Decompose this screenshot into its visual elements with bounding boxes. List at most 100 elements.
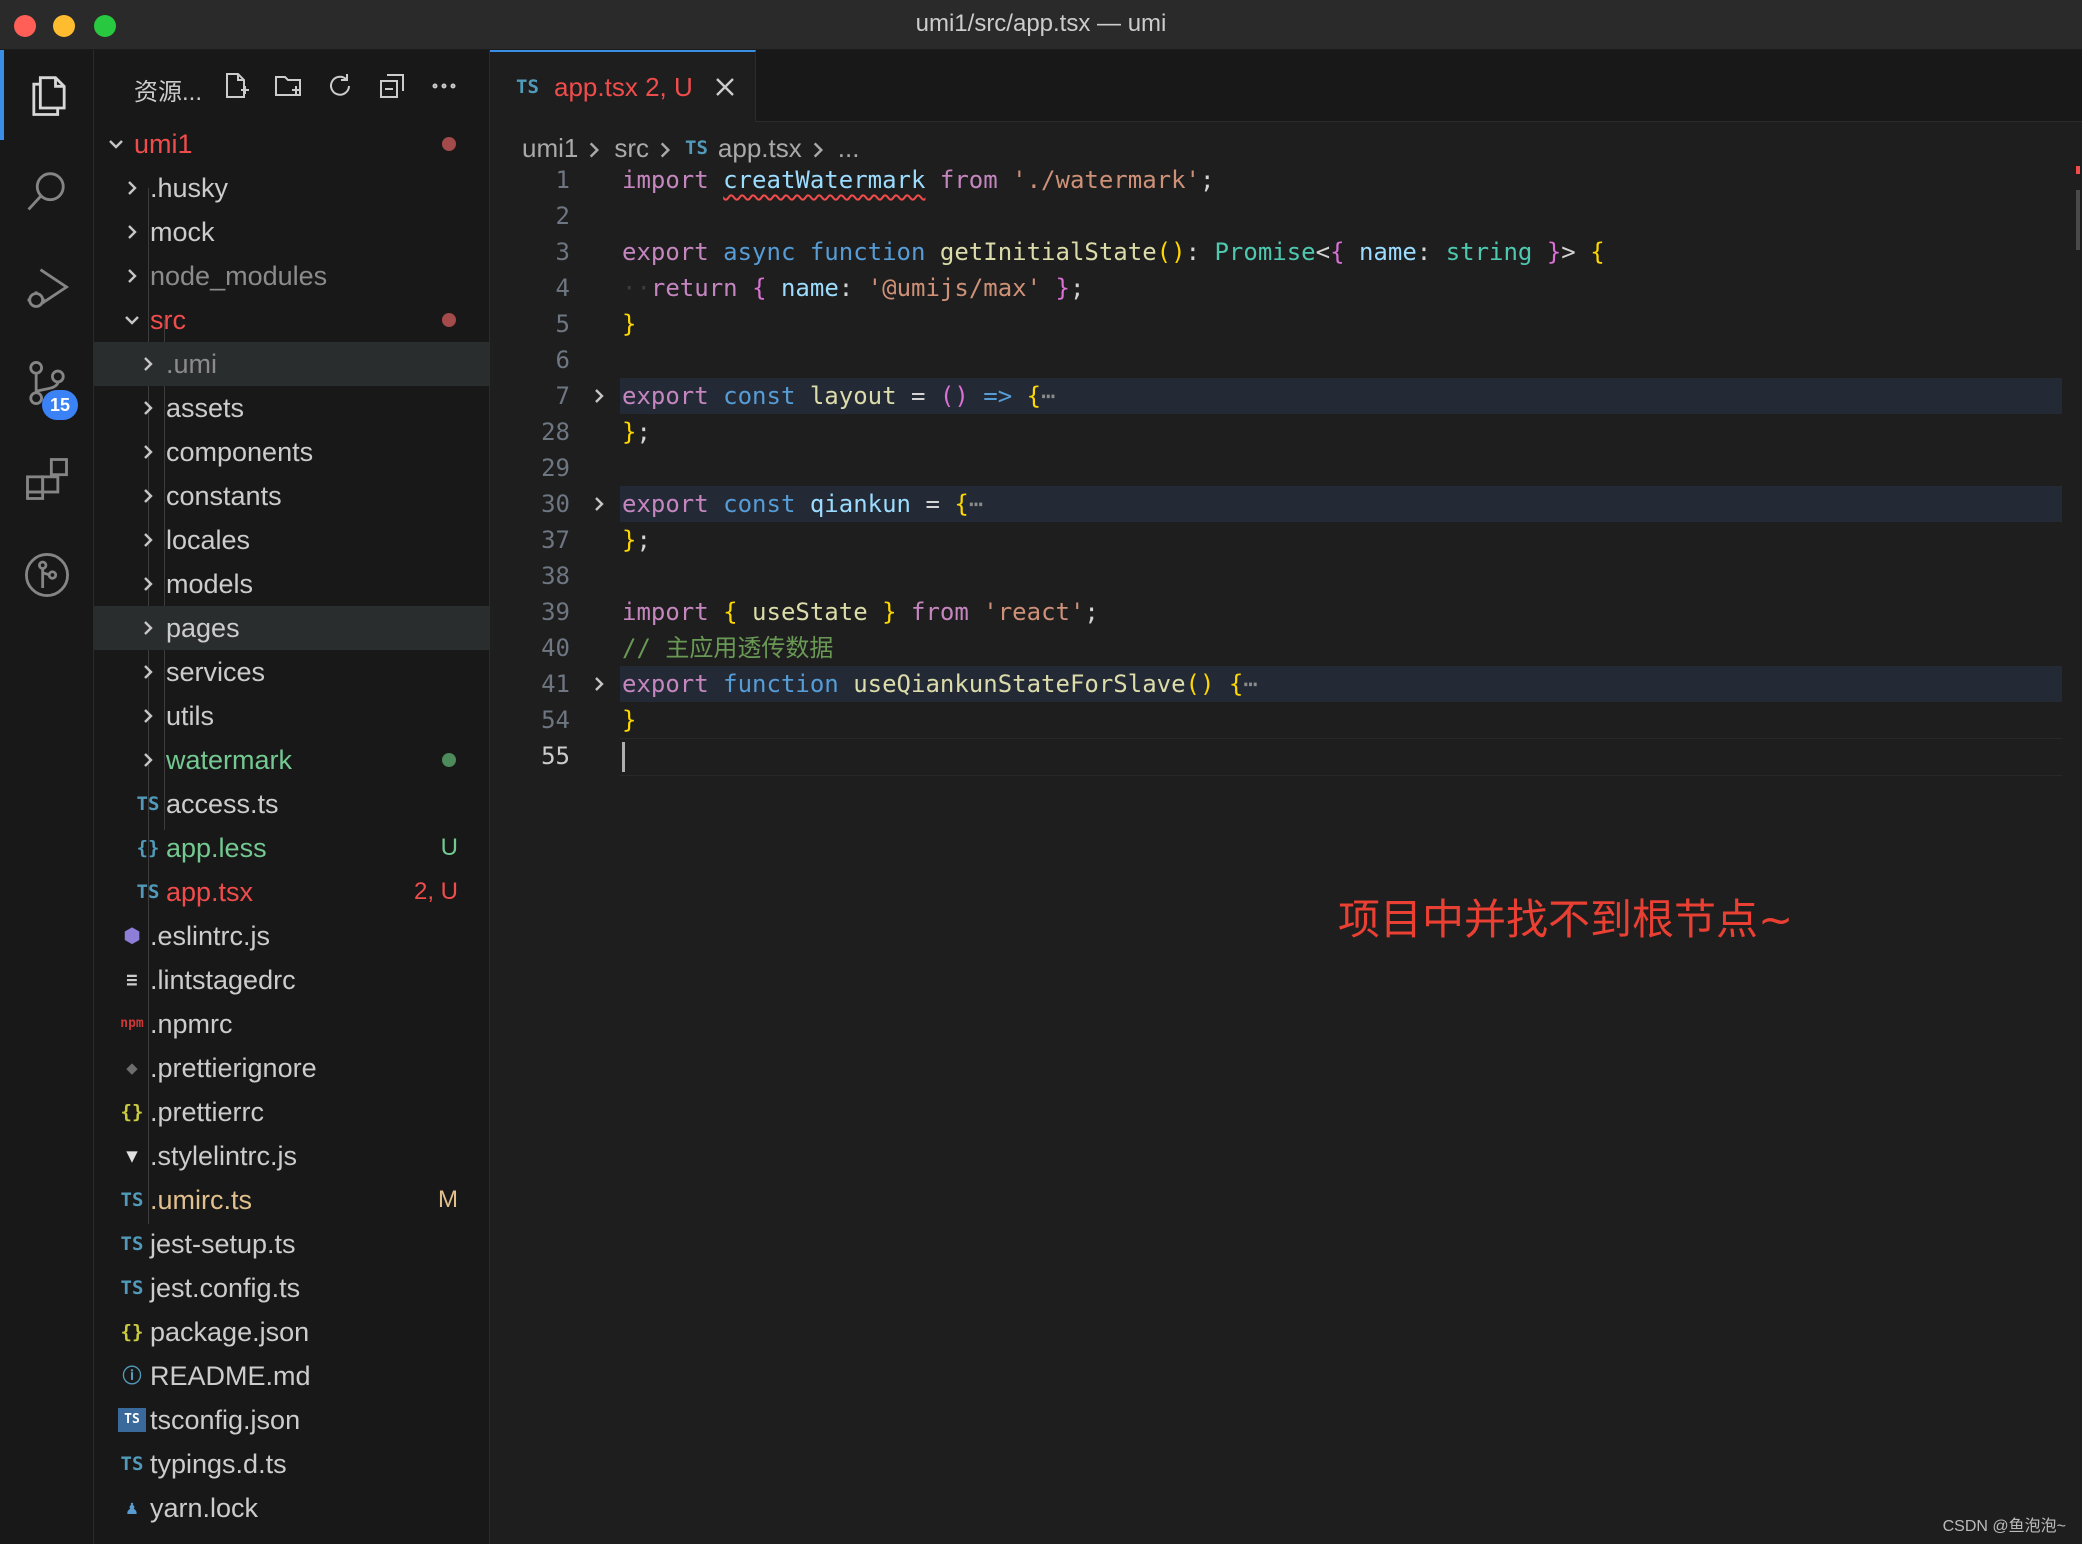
file-type-icon: {} bbox=[120, 1101, 144, 1123]
tree-folder[interactable]: mock bbox=[94, 210, 489, 254]
refresh-icon bbox=[330, 74, 350, 96]
breadcrumb-item[interactable]: umi1 bbox=[522, 133, 578, 164]
search-icon bbox=[27, 172, 65, 211]
code-line[interactable]: 37}; bbox=[490, 522, 2082, 558]
breadcrumb-item[interactable]: src bbox=[614, 133, 649, 164]
file-type-icon: ≡ bbox=[126, 969, 138, 991]
tree-folder[interactable]: node_modules bbox=[94, 254, 489, 298]
breadcrumb-file[interactable]: app.tsx bbox=[718, 133, 802, 164]
tree-folder[interactable]: .husky bbox=[94, 166, 489, 210]
collapse-all-button[interactable] bbox=[374, 68, 410, 104]
tab-close-button[interactable] bbox=[712, 74, 738, 100]
fold-chevron-icon[interactable] bbox=[590, 378, 612, 414]
tab-app-tsx[interactable]: TS app.tsx 2, U bbox=[490, 50, 756, 122]
tree-file[interactable]: TS typings.d.ts bbox=[94, 1442, 489, 1486]
tree-folder[interactable]: models bbox=[94, 562, 489, 606]
activity-extensions[interactable] bbox=[0, 434, 94, 524]
tree-folder[interactable]: locales bbox=[94, 518, 489, 562]
code-line[interactable]: 2 bbox=[490, 198, 2082, 234]
tree-file[interactable]: TS access.ts bbox=[94, 782, 489, 826]
code-line[interactable]: 41 export function useQiankunStateForSlav… bbox=[490, 666, 2082, 702]
fold-chevron-icon[interactable] bbox=[590, 666, 612, 702]
activity-search[interactable] bbox=[0, 146, 94, 236]
tree-folder[interactable]: utils bbox=[94, 694, 489, 738]
code-token: function bbox=[723, 670, 854, 698]
more-actions-button[interactable] bbox=[426, 68, 462, 104]
source-control-badge: 15 bbox=[42, 390, 78, 420]
chevron-right-icon bbox=[120, 254, 144, 298]
tree-folder[interactable]: src bbox=[94, 298, 489, 342]
line-number: 37 bbox=[541, 526, 570, 554]
tree-file[interactable]: TS jest.config.ts bbox=[94, 1266, 489, 1310]
code-line[interactable]: 30 export const qiankun = {⋯ bbox=[490, 486, 2082, 522]
tree-folder[interactable]: services bbox=[94, 650, 489, 694]
tree-item-label: .eslintrc.js bbox=[150, 921, 271, 951]
scrollbar-thumb[interactable] bbox=[2076, 190, 2080, 250]
git-status-decoration: U bbox=[440, 834, 458, 861]
tree-file[interactable]: ◆ .prettierignore bbox=[94, 1046, 489, 1090]
tree-file[interactable]: TS jest-setup.ts bbox=[94, 1222, 489, 1266]
fold-chevron-icon[interactable] bbox=[590, 486, 612, 522]
file-type-icon: TS bbox=[136, 793, 160, 815]
code-line[interactable]: 5} bbox=[490, 306, 2082, 342]
tree-folder[interactable]: components bbox=[94, 430, 489, 474]
tree-file[interactable]: ⬢ .eslintrc.js bbox=[94, 914, 489, 958]
code-line[interactable]: 3 export async function getInitialState()… bbox=[490, 234, 2082, 270]
code-line[interactable]: 39 import { useState } from 'react'; bbox=[490, 594, 2082, 630]
new-folder-button[interactable] bbox=[270, 68, 306, 104]
code-line[interactable]: 55 bbox=[490, 738, 2082, 776]
tree-file[interactable]: {} package.json bbox=[94, 1310, 489, 1354]
code-token: { bbox=[1330, 238, 1345, 266]
tree-file[interactable]: ♟ yarn.lock bbox=[94, 1486, 489, 1530]
code-token: { bbox=[752, 274, 767, 302]
code-token: : bbox=[838, 274, 868, 302]
close-icon bbox=[716, 78, 734, 96]
tree-file[interactable]: TS app.tsx 2, U bbox=[94, 870, 489, 914]
code-line[interactable]: 29 bbox=[490, 450, 2082, 486]
code-text: import creatWatermark from './watermark'… bbox=[622, 162, 1214, 198]
tree-folder[interactable]: assets bbox=[94, 386, 489, 430]
chevron-right-icon bbox=[136, 342, 160, 386]
code-line[interactable]: 4 ··return { name: '@umijs/max' }; bbox=[490, 270, 2082, 306]
code-line[interactable]: 6 bbox=[490, 342, 2082, 378]
tree-folder[interactable]: .umi bbox=[94, 342, 489, 386]
tree-file[interactable]: {} .prettierrc bbox=[94, 1090, 489, 1134]
window-title: umi1/src/app.tsx — umi bbox=[915, 10, 1167, 37]
file-type-icon: TS bbox=[118, 1408, 146, 1432]
tree-file[interactable]: {} app.less U bbox=[94, 826, 489, 870]
code-line[interactable]: 38 bbox=[490, 558, 2082, 594]
code-line[interactable]: 28}; bbox=[490, 414, 2082, 450]
code-token: () bbox=[1156, 238, 1186, 266]
activity-run-debug[interactable] bbox=[0, 242, 94, 332]
code-token: ; bbox=[636, 526, 651, 554]
code-line[interactable]: 40 // 主应用透传数据 bbox=[490, 630, 2082, 666]
activity-git-graph[interactable] bbox=[0, 530, 94, 620]
tree-file[interactable]: ≡ .lintstagedrc bbox=[94, 958, 489, 1002]
code-line[interactable]: 1 import creatWatermark from './watermark… bbox=[490, 162, 2082, 198]
refresh-button[interactable] bbox=[322, 68, 358, 104]
tree-file[interactable]: ▼ .stylelintrc.js bbox=[94, 1134, 489, 1178]
code-editor[interactable]: 1 import creatWatermark from './watermark… bbox=[490, 162, 2082, 776]
code-line[interactable]: 7 export const layout = () => {⋯ bbox=[490, 378, 2082, 414]
code-token: qiankun bbox=[809, 490, 912, 518]
annotation-text: 项目中并找不到根节点~ bbox=[1338, 895, 1794, 944]
tree-file[interactable]: npm .npmrc bbox=[94, 1002, 489, 1046]
tree-file[interactable]: ⓘ README.md bbox=[94, 1354, 489, 1398]
line-number: 30 bbox=[541, 490, 570, 518]
activity-explorer[interactable] bbox=[0, 50, 94, 140]
tree-folder[interactable]: constants bbox=[94, 474, 489, 518]
code-token: ; bbox=[1069, 274, 1085, 302]
code-token: () bbox=[939, 382, 969, 410]
new-file-button[interactable] bbox=[218, 68, 254, 104]
file-type-icon: TS bbox=[120, 1277, 144, 1299]
tab-status: 2, U bbox=[645, 72, 693, 102]
tree-file[interactable]: TS .umirc.ts M bbox=[94, 1178, 489, 1222]
tree-item-label: yarn.lock bbox=[150, 1493, 259, 1523]
tree-folder[interactable]: pages bbox=[94, 606, 489, 650]
code-line[interactable]: 54} bbox=[490, 702, 2082, 738]
tree-folder[interactable]: watermark bbox=[94, 738, 489, 782]
tree-file[interactable]: TS tsconfig.json bbox=[94, 1398, 489, 1442]
chevron-right-icon bbox=[120, 166, 144, 210]
tree-folder[interactable]: umi1 bbox=[94, 122, 489, 166]
breadcrumb-more[interactable]: ... bbox=[838, 133, 860, 164]
